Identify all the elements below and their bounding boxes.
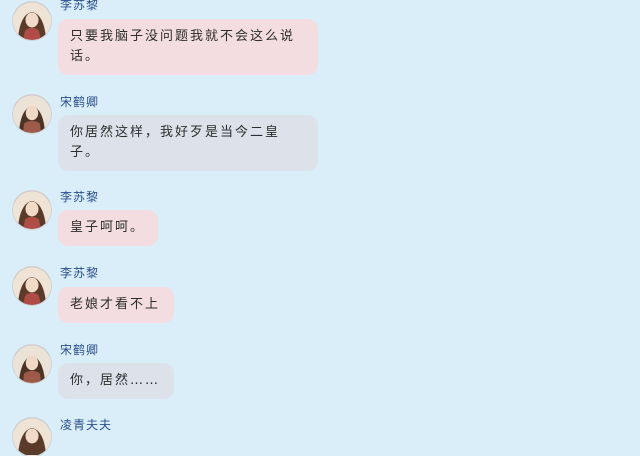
avatar-image — [13, 191, 51, 229]
avatar[interactable] — [13, 95, 51, 133]
avatar-image — [13, 345, 51, 383]
message-bubble: 老娘才看不上 — [58, 287, 174, 323]
avatar[interactable] — [13, 191, 51, 229]
avatar[interactable] — [13, 2, 51, 40]
message-bubble: 你居然这样，我好歹是当今二皇子。 — [58, 115, 318, 171]
sender-name: 宋鹤卿 — [60, 95, 100, 109]
sender-name: 李苏黎 — [60, 266, 100, 280]
message-bubble: 只要我脑子没问题我就不会这么说话。 — [58, 19, 318, 75]
avatar-image — [13, 418, 51, 456]
avatar-image — [13, 95, 51, 133]
message-bubble: 皇子呵呵。 — [58, 210, 158, 246]
sender-name: 李苏黎 — [60, 190, 100, 204]
sender-name: 宋鹤卿 — [60, 343, 100, 357]
avatar-image — [13, 267, 51, 305]
sender-name: 凌青夫夫 — [60, 418, 113, 432]
sender-name: 李苏黎 — [60, 0, 100, 12]
avatar[interactable] — [13, 267, 51, 305]
avatar-image — [13, 2, 51, 40]
message-bubble: 你，居然…… — [58, 363, 174, 399]
chat-log: 李苏黎 只要我脑子没问题我就不会这么说话。 宋鹤卿 你居然这样，我好歹是当今二皇… — [0, 0, 640, 456]
avatar[interactable] — [13, 418, 51, 456]
avatar[interactable] — [13, 345, 51, 383]
